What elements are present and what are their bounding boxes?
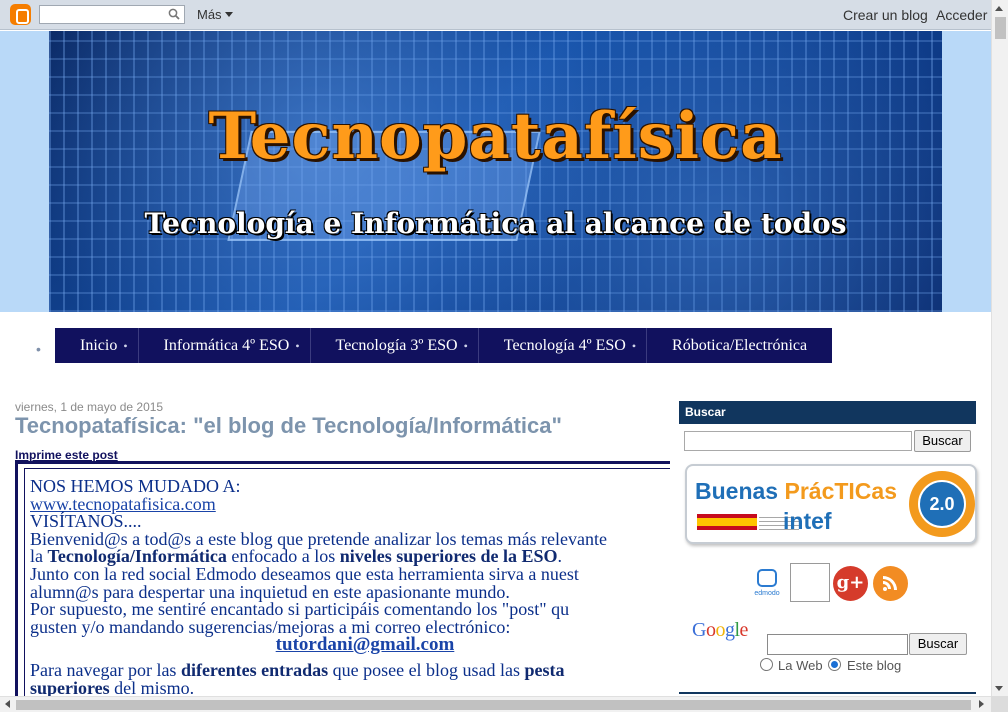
- google-logo-icon: Google: [692, 619, 748, 641]
- header-banner[interactable]: Tecnopatafísica Tecnología e Informática…: [49, 31, 942, 312]
- print-post-link[interactable]: Imprime este post: [15, 448, 118, 462]
- sidebar-divider: [679, 692, 976, 694]
- post-body-text: NOS HEMOS MUDADO A: www.tecnopatafisica.…: [30, 476, 670, 698]
- google-search-input[interactable]: [767, 634, 908, 655]
- post-line: superiores del mismo.: [30, 677, 670, 698]
- vertical-scrollbar[interactable]: [991, 0, 1008, 712]
- tab-tecnologia-3[interactable]: Tecnología 3º ESO •: [311, 328, 479, 363]
- tabs-bullet: •: [36, 341, 41, 357]
- text-fragment: que posee el blog usad las: [328, 659, 525, 680]
- rss-icon[interactable]: [873, 566, 908, 601]
- tab-inicio[interactable]: Inicio •: [55, 328, 139, 363]
- edmodo-label: edmodo: [754, 590, 780, 597]
- edmodo-face-icon: [757, 569, 777, 587]
- bold-fragment: pesta: [524, 659, 565, 680]
- radio-label-este-blog: Este blog: [847, 658, 902, 673]
- navbar-search-input[interactable]: [39, 5, 185, 24]
- badge-version: 2.0: [918, 480, 966, 528]
- badge-title: Buenas PrácTICas: [695, 478, 897, 505]
- buenas-practicas-badge[interactable]: Buenas PrácTICas intef 2.0: [685, 464, 977, 544]
- post-line: NOS HEMOS MUDADO A:: [30, 476, 241, 496]
- scroll-right-arrow-icon[interactable]: [979, 700, 984, 708]
- google-search-button[interactable]: Buscar: [909, 633, 967, 655]
- mas-menu[interactable]: Más: [197, 7, 233, 22]
- tab-label: Tecnología 4º ESO: [503, 337, 626, 354]
- vertical-scroll-thumb[interactable]: [995, 17, 1006, 39]
- tab-robotica[interactable]: Róbotica/Electrónica: [647, 328, 832, 363]
- radio-este-blog[interactable]: [828, 658, 841, 671]
- tab-tecnologia-4[interactable]: Tecnología 4º ESO •: [479, 328, 648, 363]
- sidebar-search-button[interactable]: Buscar: [914, 430, 971, 452]
- tab-label: Informática 4º ESO: [163, 337, 290, 354]
- tab-separator: •: [631, 339, 637, 353]
- tab-informatica-4[interactable]: Informática 4º ESO •: [139, 328, 311, 363]
- badge-title-part: PrácTICas: [784, 478, 897, 504]
- horizontal-scroll-thumb[interactable]: [16, 700, 971, 710]
- scroll-down-arrow-icon[interactable]: [995, 686, 1003, 691]
- text-fragment: del mismo.: [109, 677, 195, 698]
- crear-blog-link[interactable]: Crear un blog: [843, 7, 928, 23]
- post-date: viernes, 1 de mayo de 2015: [15, 400, 164, 414]
- tab-separator: •: [123, 339, 128, 353]
- badge-title-part: Buenas: [695, 478, 785, 504]
- search-icon[interactable]: [168, 8, 180, 20]
- blog-title: Tecnopatafísica: [208, 99, 783, 174]
- horizontal-scrollbar[interactable]: [0, 696, 991, 712]
- tabs-bar: Inicio • Informática 4º ESO • Tecnología 3…: [55, 328, 833, 363]
- acceder-link[interactable]: Acceder: [936, 7, 987, 23]
- rss-dot: [883, 587, 887, 591]
- blogger-logo-icon[interactable]: [10, 4, 31, 25]
- tab-separator: •: [295, 339, 300, 353]
- scroll-up-arrow-icon[interactable]: [995, 6, 1003, 11]
- chevron-down-icon: [224, 12, 233, 17]
- radio-la-web[interactable]: [760, 658, 773, 671]
- blog-subtitle: Tecnología e Informática al alcance de t…: [144, 207, 847, 240]
- post-body-frame: NOS HEMOS MUDADO A: www.tecnopatafisica.…: [15, 461, 670, 701]
- post-title[interactable]: Tecnopatafísica: "el blog de Tecnología/…: [15, 413, 562, 439]
- sidebar-search-heading: Buscar: [679, 401, 976, 424]
- edmodo-icon[interactable]: edmodo: [750, 569, 784, 603]
- broken-image-icon[interactable]: [790, 563, 830, 602]
- bold-fragment: diferentes entradas: [180, 659, 329, 680]
- radio-label-la-web: La Web: [778, 658, 823, 673]
- scroll-left-arrow-icon[interactable]: [5, 700, 10, 708]
- sidebar-search-input[interactable]: [684, 431, 912, 451]
- tab-label: Róbotica/Electrónica: [672, 337, 808, 354]
- post-line: Junto con la red social Edmodo deseamos …: [30, 563, 579, 584]
- google-plus-icon[interactable]: g+: [833, 566, 868, 601]
- email-link[interactable]: tutordani@gmail.com: [30, 636, 670, 655]
- bold-fragment: superiores: [30, 677, 110, 698]
- blogger-navbar: Más Crear un blog Acceder: [0, 0, 1008, 30]
- intef-label: intef: [783, 508, 832, 534]
- tab-separator: •: [463, 339, 468, 353]
- tab-label: Tecnología 3º ESO: [335, 337, 458, 354]
- mas-label: Más: [197, 7, 222, 22]
- spain-flag-icon: [697, 514, 757, 530]
- scrollbar-corner: [991, 696, 1008, 712]
- version-circle-icon: 2.0: [909, 471, 975, 537]
- tab-label: Inicio: [80, 337, 118, 354]
